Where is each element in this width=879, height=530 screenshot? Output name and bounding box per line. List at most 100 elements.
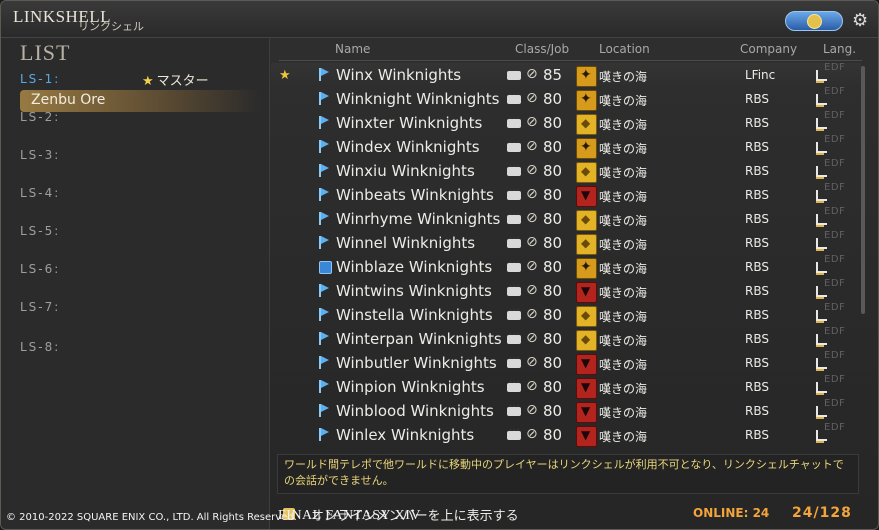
selected-linkshell[interactable]: Zenbu Ore — [20, 90, 260, 112]
language-icon: EDF — [816, 254, 858, 276]
member-company: RBS — [745, 308, 769, 322]
member-location: 嘆きの海 — [599, 190, 648, 204]
grand-company-icon — [576, 138, 597, 159]
help-button[interactable] — [785, 11, 843, 31]
sidebar-item-ls1[interactable]: LS-1: ★ マスター Zenbu Ore — [20, 72, 260, 112]
grand-company-icon — [576, 330, 597, 351]
member-flag-icon — [319, 140, 331, 153]
member-flag-icon — [319, 164, 331, 177]
member-name[interactable]: Winblaze Winknights — [336, 258, 492, 276]
member-location: 嘆きの海 — [599, 382, 648, 396]
grand-company-icon — [576, 90, 597, 111]
member-name[interactable]: Winxter Winknights — [336, 114, 482, 132]
table-row[interactable]: Winxiu Winknights ⊘ 80 嘆きの海 RBS EDF — [271, 158, 861, 183]
member-name[interactable]: Winbeats Winknights — [336, 186, 494, 204]
member-company: RBS — [745, 116, 769, 130]
member-flag-icon — [319, 188, 331, 201]
job-icon: ⊘ — [526, 66, 538, 82]
chat-icon — [507, 138, 521, 152]
table-row[interactable]: Winbeats Winknights ⊘ 80 嘆きの海 RBS EDF — [271, 182, 861, 207]
table-row[interactable]: Winpion Winknights ⊘ 80 嘆きの海 RBS EDF — [271, 374, 861, 399]
member-company: RBS — [745, 92, 769, 106]
table-row[interactable]: Windex Winknights ⊘ 80 嘆きの海 RBS EDF — [271, 134, 861, 159]
table-row[interactable]: Winstella Winknights ⊘ 80 嘆きの海 RBS EDF — [271, 302, 861, 327]
job-icon: ⊘ — [526, 90, 538, 106]
member-name[interactable]: Winbutler Winknights — [336, 354, 497, 372]
header-class[interactable]: Class/Job — [515, 42, 569, 56]
member-location: 嘆きの海 — [599, 262, 648, 276]
member-level: 80 — [543, 162, 563, 180]
table-row[interactable]: ★ Winx Winknights ⊘ 85 嘆きの海 LFinc EDF — [271, 63, 861, 87]
member-company: LFinc — [745, 68, 776, 82]
coin-icon — [807, 14, 822, 29]
table-row[interactable]: Winxter Winknights ⊘ 80 嘆きの海 RBS EDF — [271, 110, 861, 135]
ls-label: LS-2: — [20, 110, 61, 124]
member-level: 80 — [543, 306, 563, 324]
job-icon: ⊘ — [526, 378, 538, 394]
member-flag-icon — [319, 332, 331, 345]
notice-text: ワールド間テレポで他ワールドに移動中のプレイヤーはリンクシェルが利用不可となり、… — [277, 454, 859, 494]
table-row[interactable]: Winterpan Winknights ⊘ 80 嘆きの海 RBS EDF — [271, 326, 861, 351]
table-row[interactable]: Winblaze Winknights ⊘ 80 嘆きの海 RBS EDF — [271, 254, 861, 279]
member-level: 80 — [543, 90, 563, 108]
settings-gear-icon[interactable]: ⚙ — [852, 10, 868, 31]
sidebar-item-ls2[interactable]: LS-2: — [20, 110, 260, 130]
scrollbar[interactable] — [861, 66, 865, 314]
member-name[interactable]: Winlex Winknights — [336, 426, 474, 444]
sidebar-item-ls4[interactable]: LS-4: — [20, 186, 260, 206]
header-name[interactable]: Name — [335, 42, 370, 56]
master-badge: ★ マスター — [142, 74, 209, 89]
chat-icon — [507, 90, 521, 104]
linkshell-name: Zenbu Ore — [31, 92, 106, 108]
sidebar-item-ls3[interactable]: LS-3: — [20, 148, 260, 168]
language-icon: EDF — [816, 110, 858, 132]
header-company[interactable]: Company — [740, 42, 797, 56]
member-name[interactable]: Winxiu Winknights — [336, 162, 475, 180]
member-name[interactable]: Winx Winknights — [336, 66, 461, 84]
member-flag-icon — [319, 404, 331, 417]
table-row[interactable]: Winbutler Winknights ⊘ 80 嘆きの海 RBS EDF — [271, 350, 861, 375]
sidebar-item-ls5[interactable]: LS-5: — [20, 224, 260, 244]
table-row[interactable]: Winknight Winknights ⊘ 80 嘆きの海 RBS EDF — [271, 86, 861, 111]
language-icon: EDF — [816, 206, 858, 228]
table-row[interactable]: Winlex Winknights ⊘ 80 嘆きの海 RBS EDF — [271, 422, 861, 447]
member-name[interactable]: Windex Winknights — [336, 138, 480, 156]
language-icon: EDF — [816, 230, 858, 252]
ls-label: LS-3: — [20, 148, 61, 162]
member-name[interactable]: Winknight Winknights — [336, 90, 499, 108]
table-row[interactable]: Winblood Winknights ⊘ 80 嘆きの海 RBS EDF — [271, 398, 861, 423]
title-bar[interactable]: LINKSHELL リンクシェル ⚙ — [1, 1, 878, 38]
table-row[interactable]: Wintwins Winknights ⊘ 80 嘆きの海 RBS EDF — [271, 278, 861, 303]
member-company: RBS — [745, 356, 769, 370]
chat-icon — [507, 402, 521, 416]
member-name[interactable]: Winstella Winknights — [336, 306, 493, 324]
language-icon: EDF — [816, 374, 858, 396]
header-location[interactable]: Location — [599, 42, 650, 56]
member-company: RBS — [745, 164, 769, 178]
chat-icon — [507, 114, 521, 128]
sidebar-item-ls7[interactable]: LS-7: — [20, 300, 260, 320]
member-name[interactable]: Wintwins Winknights — [336, 282, 492, 300]
member-name[interactable]: Winrhyme Winknights — [336, 210, 500, 228]
member-level: 80 — [543, 426, 563, 444]
ls-label: LS-5: — [20, 224, 61, 238]
sidebar-item-ls8[interactable]: LS-8: — [20, 340, 260, 360]
grand-company-icon — [576, 162, 597, 183]
table-row[interactable]: Winrhyme Winknights ⊘ 80 嘆きの海 RBS EDF — [271, 206, 861, 231]
language-icon: EDF — [816, 350, 858, 372]
member-name[interactable]: Winnel Winknights — [336, 234, 475, 252]
member-name[interactable]: Winpion Winknights — [336, 378, 485, 396]
member-name[interactable]: Winterpan Winknights — [336, 330, 502, 348]
job-icon: ⊘ — [526, 114, 538, 130]
online-count: ONLINE: 24 — [693, 506, 770, 520]
header-lang[interactable]: Lang. — [823, 42, 856, 56]
member-company: RBS — [745, 428, 769, 442]
leader-star-icon: ★ — [279, 68, 291, 83]
language-icon: EDF — [816, 158, 858, 180]
grand-company-icon — [576, 258, 597, 279]
member-name[interactable]: Winblood Winknights — [336, 402, 494, 420]
chat-icon — [507, 378, 521, 392]
table-row[interactable]: Winnel Winknights ⊘ 80 嘆きの海 RBS EDF — [271, 230, 861, 255]
sidebar-item-ls6[interactable]: LS-6: — [20, 262, 260, 282]
grand-company-icon — [576, 66, 597, 87]
